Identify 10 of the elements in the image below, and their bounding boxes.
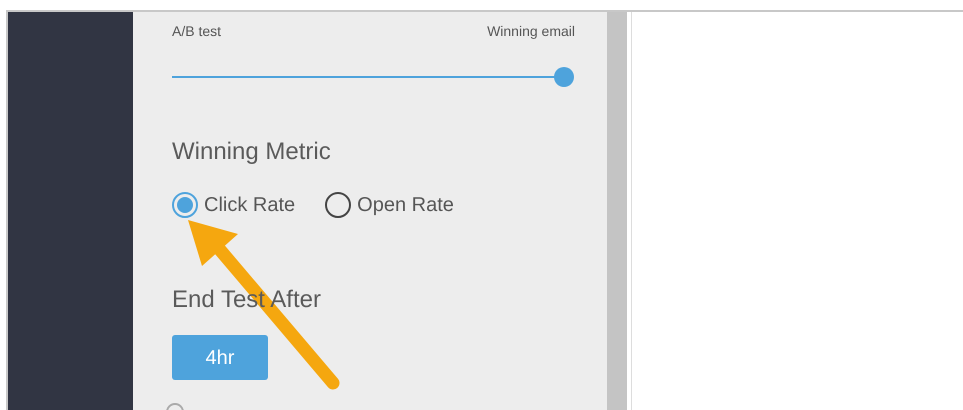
radio-button[interactable] bbox=[325, 192, 352, 218]
section-heading: Winning Metric bbox=[172, 137, 332, 167]
slider-label: Winning email bbox=[487, 22, 575, 41]
radio-button[interactable] bbox=[172, 192, 198, 218]
slider-label: A/B test bbox=[172, 22, 222, 41]
radio-label: Click Rate bbox=[204, 193, 296, 218]
slider[interactable] bbox=[172, 67, 574, 87]
duration-button[interactable]: 4hr bbox=[172, 335, 268, 380]
radio-label: Open Rate bbox=[357, 193, 454, 218]
slider-thumb[interactable] bbox=[554, 67, 574, 87]
